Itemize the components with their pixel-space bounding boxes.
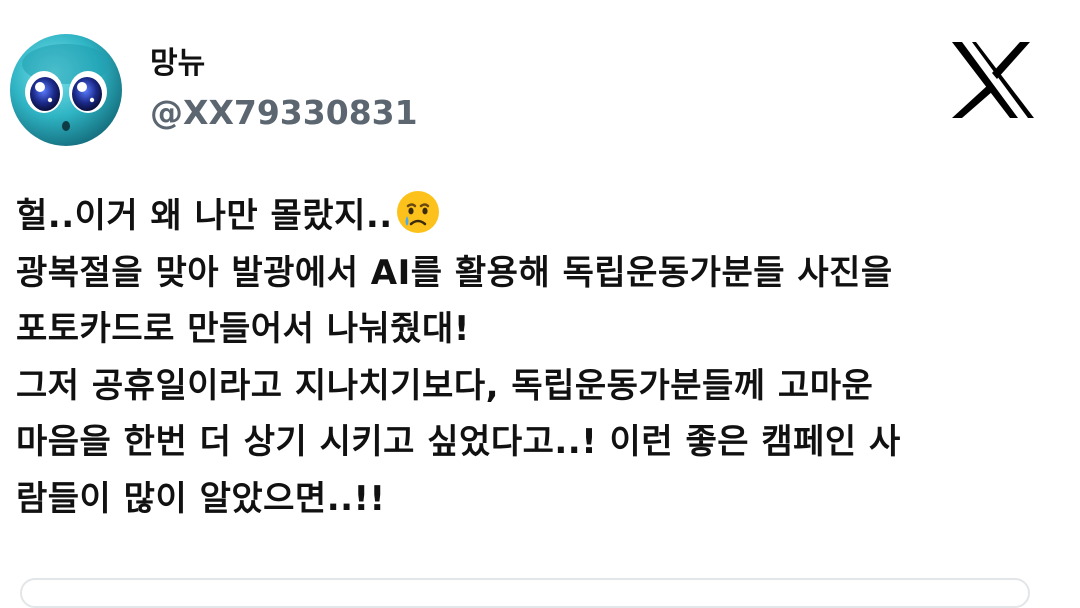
tweet-text-line-6: 람들이 많이 알았으면..!!	[16, 478, 386, 519]
tweet-text-line-4: 그저 공휴일이라고 지나치기보다, 독립운동가분들께 고마운	[16, 365, 874, 406]
tweet-text-line-1: 헐..이거 왜 나만 몰랐지..	[16, 196, 393, 236]
avatar-image	[10, 34, 122, 146]
tweet-text-line: 포토카드로 만들어서 나눠줬대!	[16, 301, 1066, 358]
tweet-text-line: 광복절을 맞아 발광에서 AI를 활용해 독립운동가분들 사진을	[16, 245, 1066, 302]
author-display-name[interactable]: 망뉴	[150, 44, 418, 84]
tweet-card: 망뉴 @XX79330831 헐..이거 왜 나만 몰랐지.. 광복절을 맞아 …	[0, 0, 1080, 608]
tweet-text-line-5: 마음을 한번 더 상기 시키고 싶었다고..! 이런 좋은 캠페인 사	[16, 422, 901, 462]
embedded-card-edge[interactable]	[20, 578, 1030, 608]
crying-face-emoji-icon	[395, 189, 441, 235]
avatar[interactable]	[10, 34, 122, 146]
author-handle[interactable]: @XX79330831	[150, 90, 418, 136]
tweet-text-line-3: 포토카드로 만들어서 나눠줬대!	[16, 309, 470, 349]
tweet-text-line-2: 광복절을 맞아 발광에서 AI를 활용해 독립운동가분들 사진을	[16, 252, 893, 293]
tweet-header: 망뉴 @XX79330831	[10, 30, 418, 150]
tweet-text: 헐..이거 왜 나만 몰랐지.. 광복절을 맞아 발광에서 AI를 활용해 독립…	[16, 188, 1066, 527]
tweet-text-line: 그저 공휴일이라고 지나치기보다, 독립운동가분들께 고마운	[16, 358, 1066, 415]
tweet-text-line: 헐..이거 왜 나만 몰랐지..	[16, 188, 1066, 245]
x-logo-icon[interactable]	[950, 40, 1036, 120]
tweet-text-line: 마음을 한번 더 상기 시키고 싶었다고..! 이런 좋은 캠페인 사	[16, 414, 1066, 471]
tweet-text-line: 람들이 많이 알았으면..!!	[16, 471, 1066, 528]
author-names: 망뉴 @XX79330831	[150, 44, 418, 136]
